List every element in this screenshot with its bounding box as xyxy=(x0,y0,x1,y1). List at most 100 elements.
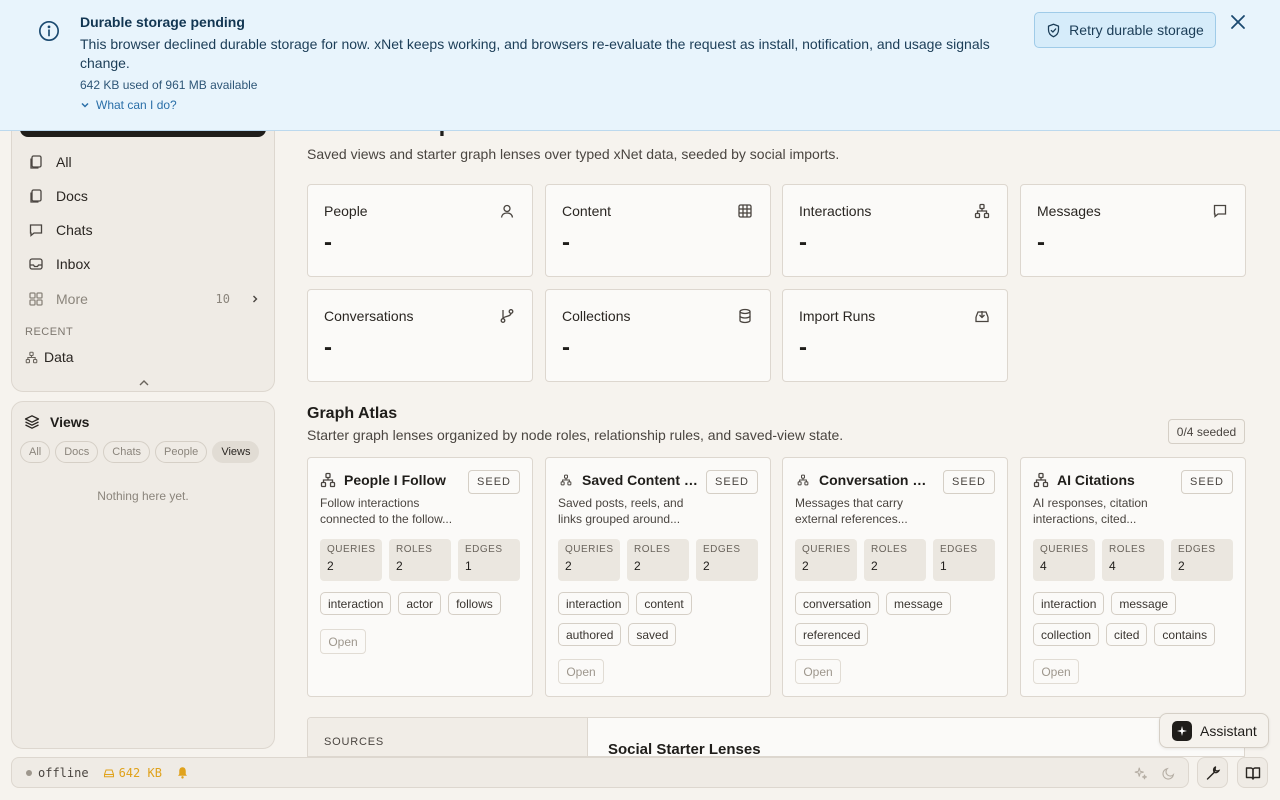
filter-chip-people[interactable]: People xyxy=(155,441,208,463)
metric-roles: ROLES 2 xyxy=(627,539,689,581)
lens-tags: interaction content authored saved xyxy=(558,592,758,646)
stat-value: - xyxy=(562,334,570,361)
stat-card-people[interactable]: People - xyxy=(307,184,533,277)
sidebar-item-inbox[interactable]: Inbox xyxy=(28,250,260,278)
seed-button[interactable]: SEED xyxy=(943,470,995,494)
metric-value: 2 xyxy=(703,559,710,573)
views-empty-state: Nothing here yet. xyxy=(97,489,189,503)
social-starter-lenses-heading: Social Starter Lenses xyxy=(608,741,761,757)
metric-label: ROLES xyxy=(871,544,908,555)
bell-icon[interactable] xyxy=(176,766,189,779)
chevron-right-icon xyxy=(253,295,258,303)
assistant-label: Assistant xyxy=(1200,722,1257,739)
metric-label: ROLES xyxy=(396,544,433,555)
stat-card-interactions[interactable]: Interactions - xyxy=(782,184,1008,277)
message-icon xyxy=(1213,204,1227,218)
stat-card-messages[interactable]: Messages - xyxy=(1020,184,1246,277)
sidebar-item-label: Inbox xyxy=(56,256,91,272)
stat-card-content[interactable]: Content - xyxy=(545,184,771,277)
stat-card-conversations[interactable]: Conversations - xyxy=(307,289,533,382)
lens-description: Messages that carry external references.… xyxy=(795,495,985,527)
sidebar-item-more[interactable]: More 10 xyxy=(28,285,260,313)
lens-description-line: links grouped around... xyxy=(558,512,681,526)
lens-tag: follows xyxy=(448,592,501,615)
seed-button[interactable]: SEED xyxy=(1181,470,1233,494)
status-dot xyxy=(26,769,32,776)
what-can-i-do-link[interactable]: What can I do? xyxy=(80,98,177,112)
metric-label: QUERIES xyxy=(565,544,614,555)
metric-edges: EDGES 2 xyxy=(696,539,758,581)
lens-card[interactable]: People I Follow SEED Follow interactions… xyxy=(307,457,533,697)
lens-metrics: QUERIES 2 ROLES 2 EDGES 2 xyxy=(558,539,758,581)
storage-usage-label: 642 KB xyxy=(118,765,162,780)
banner-title: Durable storage pending xyxy=(80,14,245,30)
sparkles-icon[interactable] xyxy=(1134,766,1148,780)
lens-tag: actor xyxy=(398,592,442,615)
lens-title: Saved Content B... xyxy=(582,472,698,488)
lens-tag: content xyxy=(636,592,692,615)
lens-card[interactable]: AI Citations SEED AI responses, citation… xyxy=(1020,457,1246,697)
metric-edges: EDGES 2 xyxy=(1171,539,1233,581)
filter-chip-views[interactable]: Views xyxy=(212,441,260,463)
stat-label: People xyxy=(324,203,368,219)
devtools-button[interactable] xyxy=(1197,757,1228,788)
moon-icon[interactable] xyxy=(1162,766,1176,780)
lens-tag: interaction xyxy=(1033,592,1105,615)
storage-usage[interactable]: 642 KB xyxy=(103,766,162,780)
sidebar-item-chats[interactable]: Chats xyxy=(28,216,260,244)
lens-description: Follow interactions connected to the fol… xyxy=(320,495,510,527)
stat-label: Interactions xyxy=(799,203,872,219)
lens-description-line: Messages that carry xyxy=(795,496,904,510)
lens-tag: saved xyxy=(628,623,677,646)
connection-status: offline xyxy=(26,766,89,780)
lens-metrics: QUERIES 4 ROLES 4 EDGES 2 xyxy=(1033,539,1233,581)
assistant-button[interactable]: Assistant xyxy=(1159,713,1269,748)
network-icon xyxy=(320,472,336,488)
banner-usage: 642 KB used of 961 MB available xyxy=(80,78,258,92)
stat-card-import-runs[interactable]: Import Runs - xyxy=(782,289,1008,382)
chevron-up-icon[interactable] xyxy=(136,375,152,391)
metric-value: 2 xyxy=(565,559,572,573)
open-lens-button[interactable]: Open xyxy=(795,659,841,684)
filter-chip-chats[interactable]: Chats xyxy=(103,441,151,463)
wrench-icon xyxy=(1206,765,1220,780)
book-open-icon xyxy=(1245,766,1260,780)
open-lens-button[interactable]: Open xyxy=(320,629,366,654)
lens-description-line: AI responses, citation xyxy=(1033,496,1148,510)
metric-label: EDGES xyxy=(703,544,741,555)
sparkle-icon xyxy=(1172,720,1192,741)
sidebar-item-docs[interactable]: Docs xyxy=(28,182,260,210)
lens-description: Saved posts, reels, and links grouped ar… xyxy=(558,495,748,527)
lens-tags: interaction message collection cited con… xyxy=(1033,592,1233,646)
recent-item-data[interactable]: Data xyxy=(25,349,74,365)
lens-card[interactable]: Conversation Ref... SEED Messages that c… xyxy=(782,457,1008,697)
lens-title: AI Citations xyxy=(1057,472,1135,488)
sources-column: SOURCES xyxy=(308,718,588,756)
metric-label: EDGES xyxy=(940,544,978,555)
filter-chip-docs[interactable]: Docs xyxy=(55,441,99,463)
lens-tag: message xyxy=(886,592,951,615)
sidebar-item-label: More xyxy=(56,291,88,307)
docs-button[interactable] xyxy=(1237,757,1268,788)
lens-card[interactable]: Saved Content B... SEED Saved posts, ree… xyxy=(545,457,771,697)
stat-card-collections[interactable]: Collections - xyxy=(545,289,771,382)
stat-value: - xyxy=(1037,229,1045,256)
close-icon[interactable] xyxy=(1228,12,1248,32)
what-can-i-do-label: What can I do? xyxy=(96,98,177,112)
seed-button[interactable]: SEED xyxy=(468,470,520,494)
network-icon xyxy=(974,203,990,219)
seed-button[interactable]: SEED xyxy=(706,470,758,494)
filter-chip-all[interactable]: All xyxy=(20,441,51,463)
retry-durable-storage-button[interactable]: Retry durable storage xyxy=(1034,12,1216,48)
lens-tag: interaction xyxy=(320,592,392,615)
metric-roles: ROLES 4 xyxy=(1102,539,1164,581)
sidebar-item-all[interactable]: All xyxy=(28,148,260,176)
lens-tag: contains xyxy=(1154,623,1216,646)
view-filter-chips: All Docs Chats People Views xyxy=(20,441,260,463)
git-branch-icon xyxy=(500,309,514,323)
sidebar-item-label: Chats xyxy=(56,222,93,238)
open-lens-button[interactable]: Open xyxy=(558,659,604,684)
lens-header: Saved Content B... xyxy=(558,472,698,488)
open-lens-button[interactable]: Open xyxy=(1033,659,1079,684)
more-count: 10 xyxy=(215,292,230,306)
